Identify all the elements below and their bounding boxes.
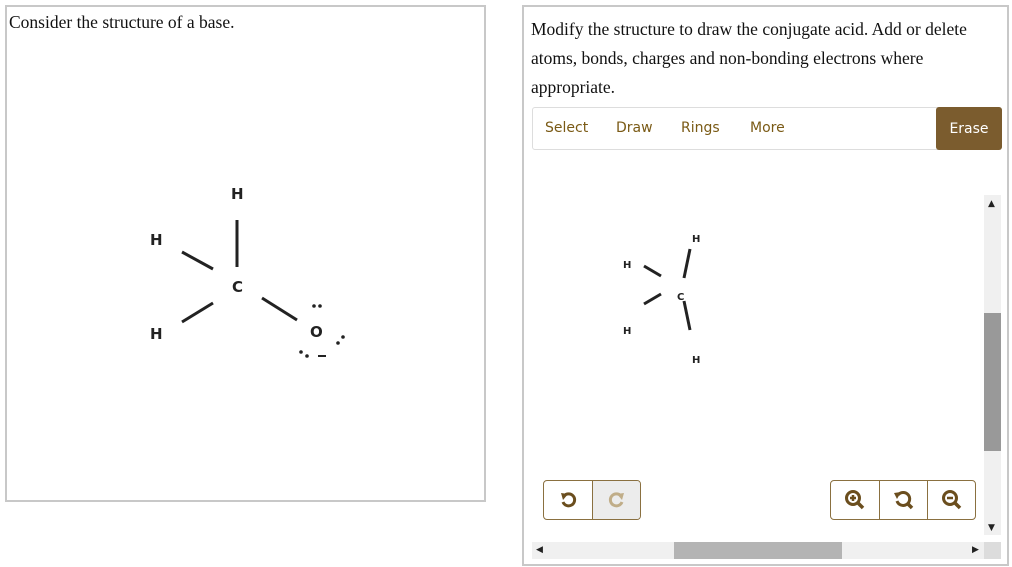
redo-button[interactable] bbox=[592, 481, 640, 519]
zoom-out-icon bbox=[941, 490, 961, 510]
horizontal-scrollbar[interactable]: ◀ ▶ bbox=[532, 542, 984, 559]
scroll-down-icon[interactable]: ▼ bbox=[988, 523, 995, 533]
atom-c: C bbox=[232, 278, 243, 296]
zoom-controls bbox=[830, 480, 976, 520]
bond-c-h-upper-left bbox=[181, 250, 214, 271]
zoom-reset-icon bbox=[893, 490, 913, 510]
erase-button[interactable]: Erase bbox=[936, 107, 1002, 150]
right-prompt: Modify the structure to draw the conjuga… bbox=[531, 19, 967, 97]
scrollbar-corner bbox=[984, 542, 1001, 559]
zoom-in-button[interactable] bbox=[831, 481, 879, 519]
editor-toolbar: Select Draw Rings More Erase bbox=[532, 107, 1002, 150]
redo-icon bbox=[608, 492, 624, 508]
scroll-up-icon[interactable]: ▲ bbox=[988, 199, 995, 209]
atom-h-upper-left: H bbox=[623, 260, 631, 271]
bond-c-h-top-right bbox=[682, 248, 692, 279]
atom-h-lower-left: H bbox=[623, 326, 631, 337]
zoom-in-icon bbox=[845, 490, 865, 510]
zoom-out-button[interactable] bbox=[927, 481, 975, 519]
atom-c: C bbox=[677, 292, 684, 303]
tab-more[interactable]: More bbox=[750, 120, 785, 136]
atom-h-bottom: H bbox=[692, 355, 700, 366]
atom-h-lower-left: H bbox=[150, 325, 163, 343]
drawing-panel: Modify the structure to draw the conjuga… bbox=[522, 5, 1009, 566]
atom-h-upper-left: H bbox=[150, 231, 163, 249]
bond-c-h-bottom-right bbox=[682, 300, 692, 331]
base-molecule: H H H C O bbox=[150, 185, 345, 358]
history-controls bbox=[543, 480, 641, 520]
tab-select[interactable]: Select bbox=[545, 120, 588, 136]
scroll-left-icon[interactable]: ◀ bbox=[536, 545, 543, 555]
base-structure-panel: Consider the structure of a base. H H H … bbox=[5, 5, 486, 502]
atom-h-top: H bbox=[692, 234, 700, 245]
zoom-reset-button[interactable] bbox=[879, 481, 927, 519]
bond-c-o bbox=[261, 296, 298, 322]
scroll-right-icon[interactable]: ▶ bbox=[972, 545, 979, 555]
vertical-scrollbar[interactable]: ▲ ▼ bbox=[984, 195, 1001, 535]
vertical-scroll-thumb[interactable] bbox=[984, 313, 1001, 451]
bond-c-h-lower-left bbox=[643, 292, 662, 306]
bond-c-h-lower-left bbox=[181, 301, 214, 324]
undo-button[interactable] bbox=[544, 481, 592, 519]
tab-draw[interactable]: Draw bbox=[616, 120, 653, 136]
atom-h-top: H bbox=[231, 185, 244, 203]
horizontal-scroll-thumb[interactable] bbox=[674, 542, 842, 559]
bond-c-h-upper-left bbox=[643, 264, 662, 278]
atom-o: O bbox=[310, 323, 323, 341]
tab-rings[interactable]: Rings bbox=[681, 120, 720, 136]
undo-icon bbox=[561, 492, 577, 508]
